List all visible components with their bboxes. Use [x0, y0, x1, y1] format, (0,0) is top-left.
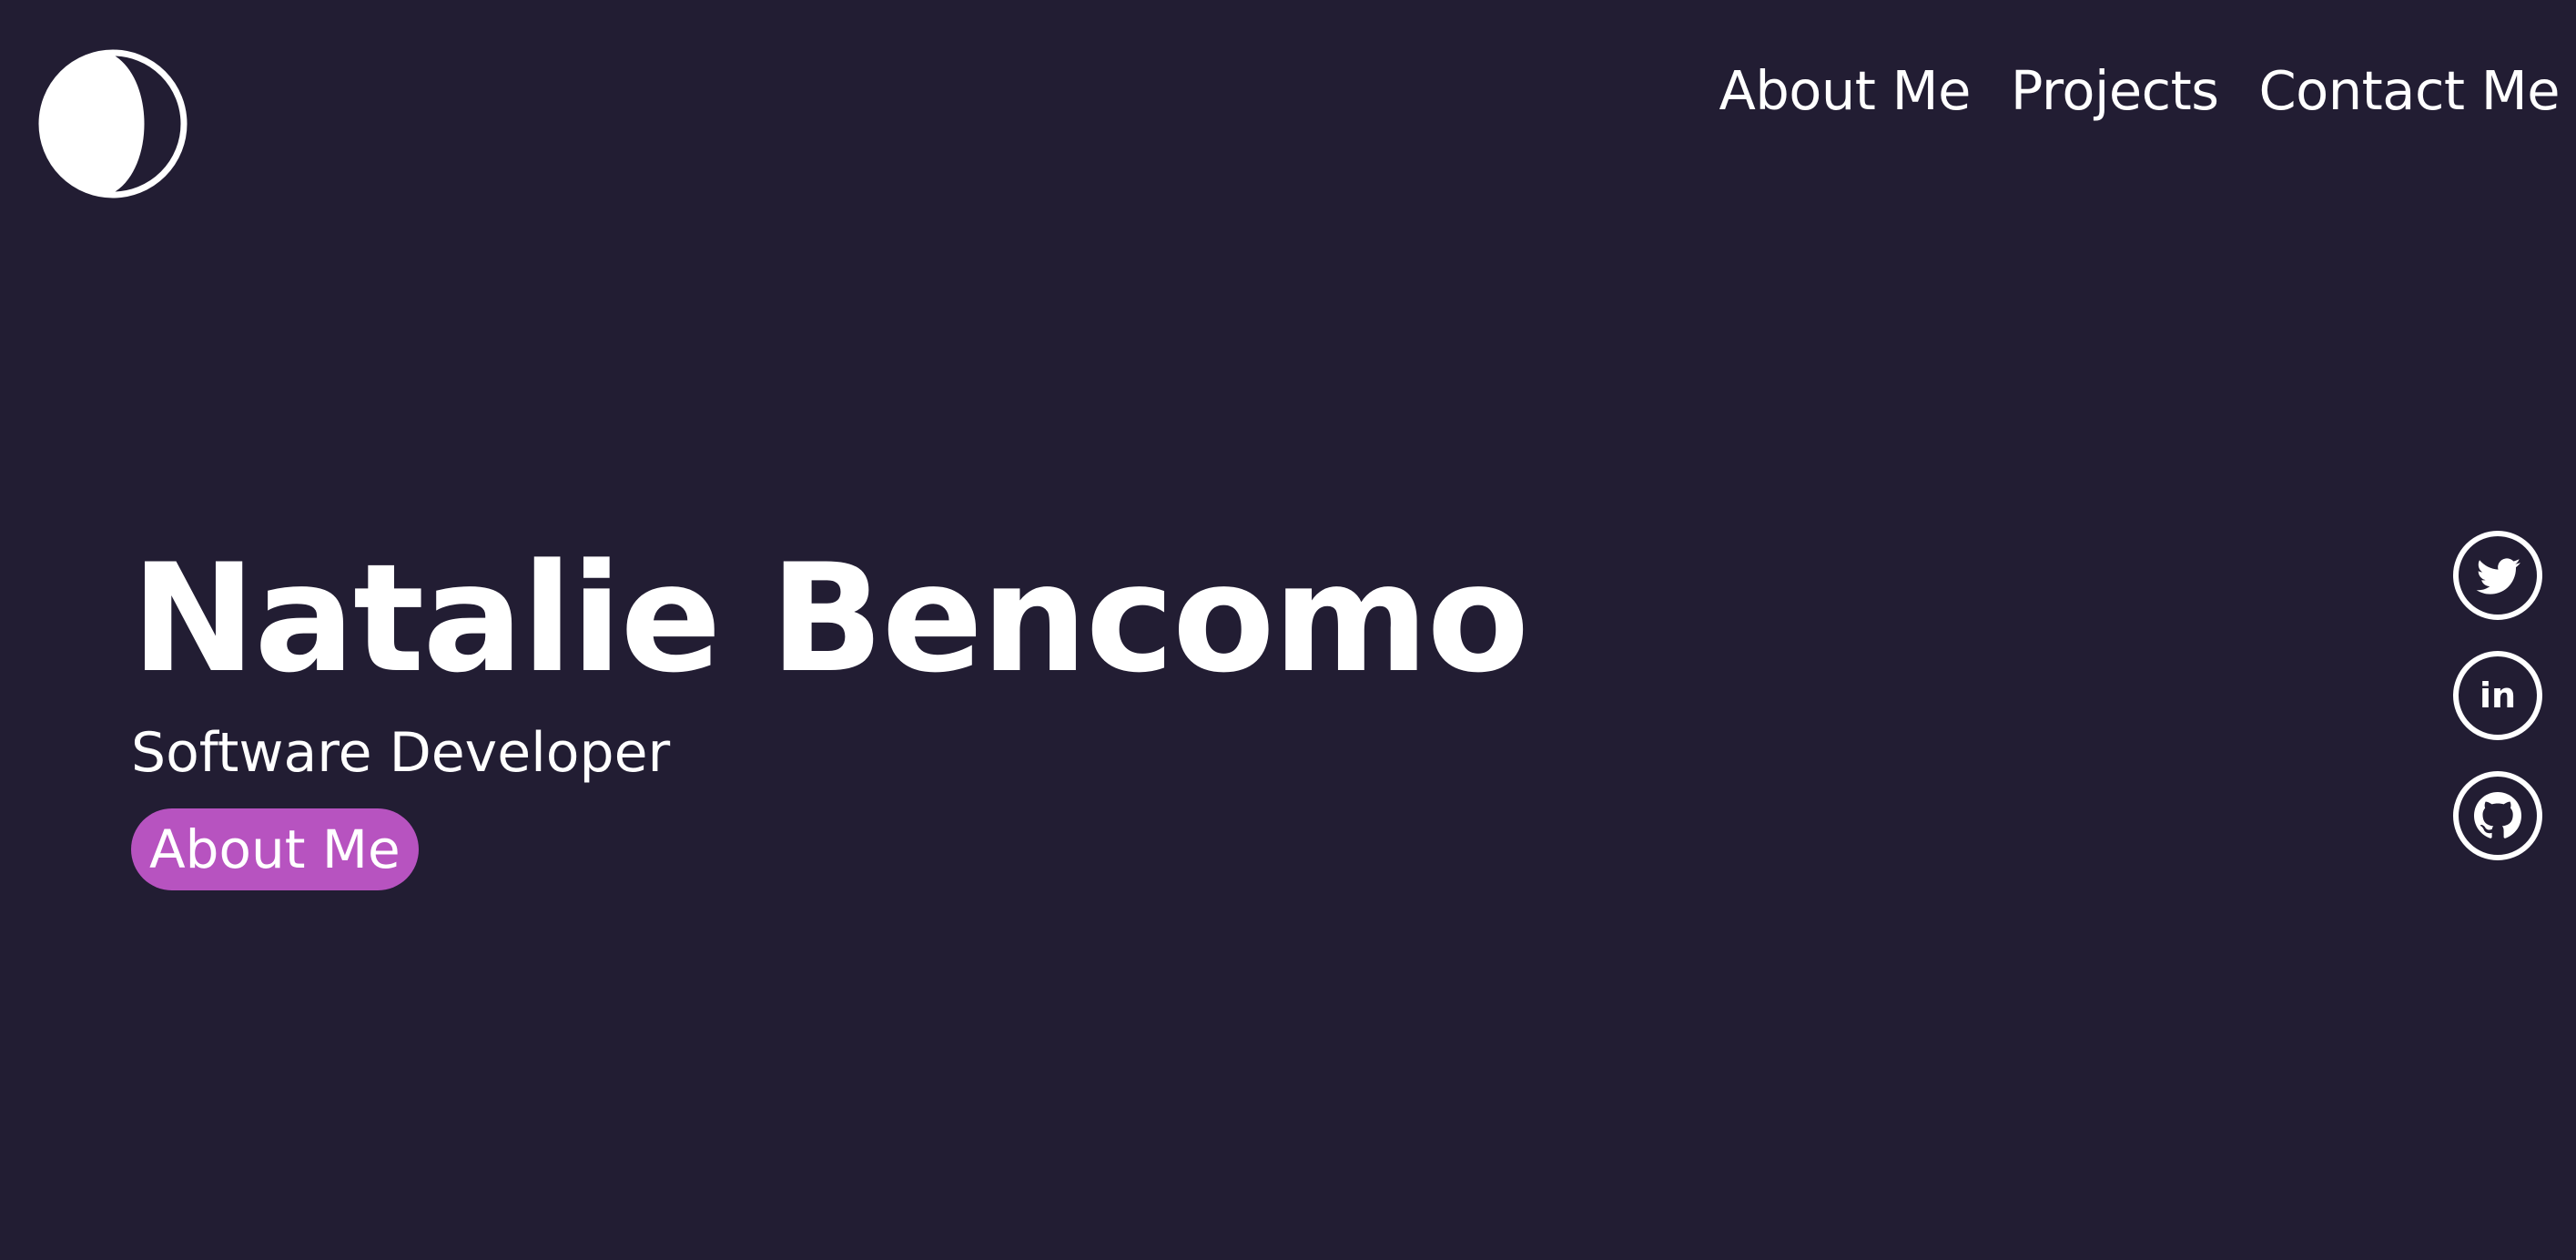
- nav-link-projects[interactable]: Projects: [2011, 56, 2219, 126]
- about-me-button[interactable]: About Me: [131, 808, 419, 890]
- twitter-icon: [2453, 531, 2542, 620]
- nav-link-about-me[interactable]: About Me: [1719, 56, 1971, 126]
- linkedin-link[interactable]: in: [2452, 650, 2543, 741]
- nav-link-contact-me[interactable]: Contact Me: [2258, 56, 2560, 126]
- page: About Me Projects Contact Me Natalie Ben…: [0, 0, 2576, 1260]
- linkedin-glyph: in: [2480, 676, 2516, 716]
- github-icon: [2453, 771, 2542, 860]
- hero-name: Natalie Bencomo: [131, 532, 1529, 706]
- hero-section: Natalie Bencomo Software Developer About…: [131, 532, 1529, 890]
- twitter-link[interactable]: [2452, 530, 2543, 621]
- github-link[interactable]: [2452, 770, 2543, 861]
- hero-role: Software Developer: [131, 721, 671, 785]
- linkedin-icon: in: [2453, 651, 2542, 740]
- main-nav: About Me Projects Contact Me: [1719, 56, 2560, 126]
- crescent-moon-icon: [38, 49, 188, 198]
- logo-link[interactable]: [38, 49, 188, 198]
- social-links: in: [2452, 530, 2543, 861]
